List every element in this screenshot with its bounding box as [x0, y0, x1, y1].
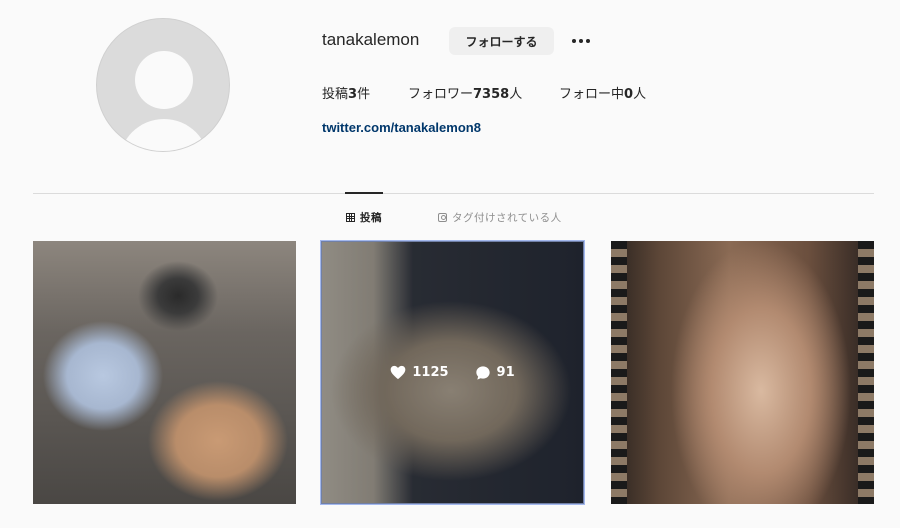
- more-options-icon[interactable]: [567, 28, 595, 54]
- comment-icon: [475, 365, 490, 380]
- stat-posts: 投稿3件: [322, 87, 371, 102]
- profile-external-link[interactable]: twitter.com/tanakalemon8: [322, 120, 481, 135]
- tag-icon: [438, 213, 447, 222]
- film-strip-right: [858, 241, 874, 504]
- active-tab-indicator: [345, 192, 383, 194]
- profile-avatar[interactable]: [96, 18, 230, 152]
- stat-following[interactable]: フォロー中0人: [559, 83, 646, 102]
- post-thumbnail-1[interactable]: [33, 241, 296, 504]
- avatar-head-shape: [135, 51, 193, 109]
- film-strip-left: [611, 241, 627, 504]
- stat-followers[interactable]: フォロワー7358人: [408, 83, 522, 102]
- tab-tagged-label: タグ付けされている人: [452, 212, 562, 224]
- tab-tagged[interactable]: タグ付けされている人: [438, 210, 562, 225]
- post-thumbnail-2[interactable]: 1125 91: [320, 240, 585, 505]
- tab-posts[interactable]: 投稿: [346, 210, 382, 225]
- follow-button[interactable]: フォローする: [449, 27, 554, 55]
- grid-icon: [346, 213, 355, 222]
- avatar-body-shape: [119, 119, 209, 151]
- tab-posts-label: 投稿: [360, 212, 382, 224]
- likes-count: 1125: [390, 365, 449, 380]
- heart-icon: [391, 365, 406, 380]
- tabs-divider: [33, 193, 874, 194]
- post-hover-overlay: 1125 91: [321, 241, 584, 504]
- username: tanakalemon: [322, 30, 420, 49]
- post-thumbnail-3[interactable]: [611, 241, 874, 504]
- comments-count: 91: [475, 365, 515, 381]
